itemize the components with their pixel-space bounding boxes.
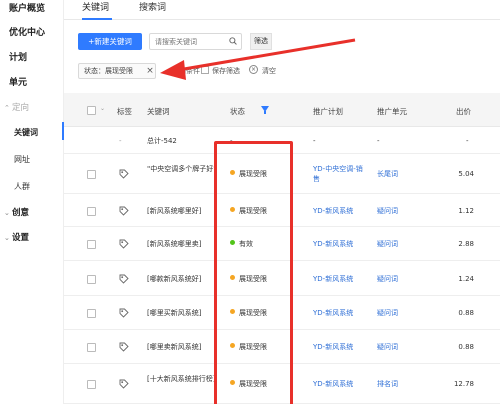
row-plan-link[interactable]: YD-新风系统: [313, 206, 369, 216]
sidebar-item-unit[interactable]: 单元: [9, 75, 27, 88]
row-keyword[interactable]: [新风系统哪里好]: [147, 206, 217, 216]
sidebar-item-account[interactable]: 账户概览: [9, 1, 45, 14]
tag-icon[interactable]: [119, 206, 129, 216]
total-bid-dash: -: [466, 137, 469, 145]
row-unit-link[interactable]: 疑问词: [377, 239, 398, 249]
chevron-down-icon: ⌄: [4, 234, 10, 242]
row-bid[interactable]: 0.88: [458, 308, 474, 318]
row-keyword[interactable]: [哪里卖新风系统]: [147, 342, 217, 352]
row-bid[interactable]: 1.24: [458, 274, 474, 284]
column-header-plan[interactable]: 推广计划: [313, 106, 343, 117]
row-unit-link[interactable]: 疑问词: [377, 342, 398, 352]
tag-icon[interactable]: [119, 274, 129, 284]
main-content: 关键词 搜索词 +新建关键词 筛选 状态：展现受限 × 添加条件 保存筛选 × …: [64, 0, 500, 404]
tab-keyword[interactable]: 关键词: [82, 0, 109, 13]
row-unit-link[interactable]: 长尾词: [377, 169, 398, 179]
select-all-checkbox[interactable]: [87, 106, 96, 115]
status-column-highlight: [214, 141, 293, 404]
tag-icon[interactable]: [119, 379, 129, 389]
row-unit-link[interactable]: 疑问词: [377, 274, 398, 284]
row-checkbox[interactable]: [87, 240, 96, 249]
tag-icon[interactable]: [119, 169, 129, 179]
new-keyword-button[interactable]: +新建关键词: [78, 33, 142, 50]
row-bid[interactable]: 12.78: [454, 379, 474, 389]
add-condition-link[interactable]: 添加条件: [172, 66, 200, 76]
sidebar-item-crowd[interactable]: 人群: [14, 181, 30, 192]
sidebar-group-settings[interactable]: ⌄ 设置: [4, 231, 29, 243]
total-tag-dash: -: [119, 137, 122, 145]
save-filter-checkbox[interactable]: [201, 66, 209, 74]
table-header: ⌄ 标签 关键词 状态 推广计划 推广单元 出价: [64, 93, 500, 127]
tag-icon[interactable]: [119, 239, 129, 249]
sidebar-item-plan[interactable]: 计划: [9, 50, 27, 63]
clear-icon[interactable]: ×: [249, 65, 258, 74]
tab-active-underline: [82, 18, 112, 20]
tab-bar: 关键词 搜索词: [64, 0, 500, 20]
sidebar-group-targeting[interactable]: ⌃ 定向: [4, 101, 29, 113]
sidebar-item-keyword[interactable]: 关键词: [14, 127, 38, 138]
clear-link[interactable]: 清空: [262, 66, 276, 76]
row-bid[interactable]: 0.88: [458, 342, 474, 352]
column-header-status[interactable]: 状态: [230, 106, 245, 117]
row-checkbox[interactable]: [87, 170, 96, 179]
row-keyword[interactable]: [十大新风系统排行榜]: [147, 374, 217, 384]
row-plan-link[interactable]: YD-新风系统: [313, 308, 369, 318]
row-bid[interactable]: 5.04: [458, 169, 474, 179]
row-plan-link[interactable]: YD-新风系统: [313, 342, 369, 352]
sidebar-item-url[interactable]: 网址: [14, 154, 30, 165]
close-icon[interactable]: ×: [145, 63, 155, 79]
column-header-tag: 标签: [117, 107, 132, 116]
tab-search-term[interactable]: 搜索词: [139, 0, 166, 13]
save-filter-label: 保存筛选: [212, 67, 240, 75]
filter-funnel-icon-stem: [264, 111, 266, 114]
row-plan-link[interactable]: YD-新风系统: [313, 274, 369, 284]
row-keyword[interactable]: [哪款新风系统好]: [147, 274, 217, 284]
sidebar-group-targeting-label: 定向: [12, 103, 30, 113]
row-checkbox[interactable]: [87, 309, 96, 318]
tag-icon[interactable]: [119, 308, 129, 318]
column-header-unit[interactable]: 推广单元: [377, 106, 407, 117]
row-bid[interactable]: 2.88: [458, 239, 474, 249]
row-unit-link[interactable]: 疑问词: [377, 308, 398, 318]
column-header-bid[interactable]: 出价: [456, 106, 471, 117]
row-plan-link[interactable]: YD-中央空调-销售: [313, 164, 369, 184]
row-plan-link[interactable]: YD-新风系统: [313, 379, 369, 389]
total-unit-dash: -: [377, 137, 380, 145]
total-plan-dash: -: [313, 137, 316, 145]
sidebar-item-optimize[interactable]: 优化中心: [9, 25, 45, 38]
tag-icon[interactable]: [119, 342, 129, 352]
row-checkbox[interactable]: [87, 275, 96, 284]
row-keyword[interactable]: "中央空调多个牌子好": [147, 164, 217, 174]
sidebar-group-settings-label: 设置: [12, 233, 30, 243]
chevron-down-icon[interactable]: ⌄: [100, 105, 105, 112]
column-header-keyword[interactable]: 关键词: [147, 106, 170, 117]
total-label: 总计-542: [147, 137, 177, 145]
search-icon[interactable]: [229, 37, 237, 45]
filter-button[interactable]: 筛选: [250, 33, 272, 50]
row-keyword[interactable]: [新风系统哪里卖]: [147, 239, 217, 249]
row-keyword[interactable]: [哪里买新风系统]: [147, 308, 217, 318]
row-checkbox[interactable]: [87, 343, 96, 352]
row-plan-link[interactable]: YD-新风系统: [313, 239, 369, 249]
chevron-down-icon: ⌄: [4, 209, 10, 217]
chevron-up-icon: ⌃: [4, 104, 10, 112]
sidebar: 账户概览 优化中心 计划 单元 ⌃ 定向 关键词 网址 人群 ⌄ 创意 ⌄ 设置: [0, 0, 64, 404]
row-unit-link[interactable]: 排名词: [377, 379, 398, 389]
row-checkbox[interactable]: [87, 207, 96, 216]
row-bid[interactable]: 1.12: [458, 206, 474, 216]
row-checkbox[interactable]: [87, 380, 96, 389]
row-unit-link[interactable]: 疑问词: [377, 206, 398, 216]
sidebar-group-creative-label: 创意: [12, 208, 30, 218]
sidebar-group-creative[interactable]: ⌄ 创意: [4, 206, 29, 218]
